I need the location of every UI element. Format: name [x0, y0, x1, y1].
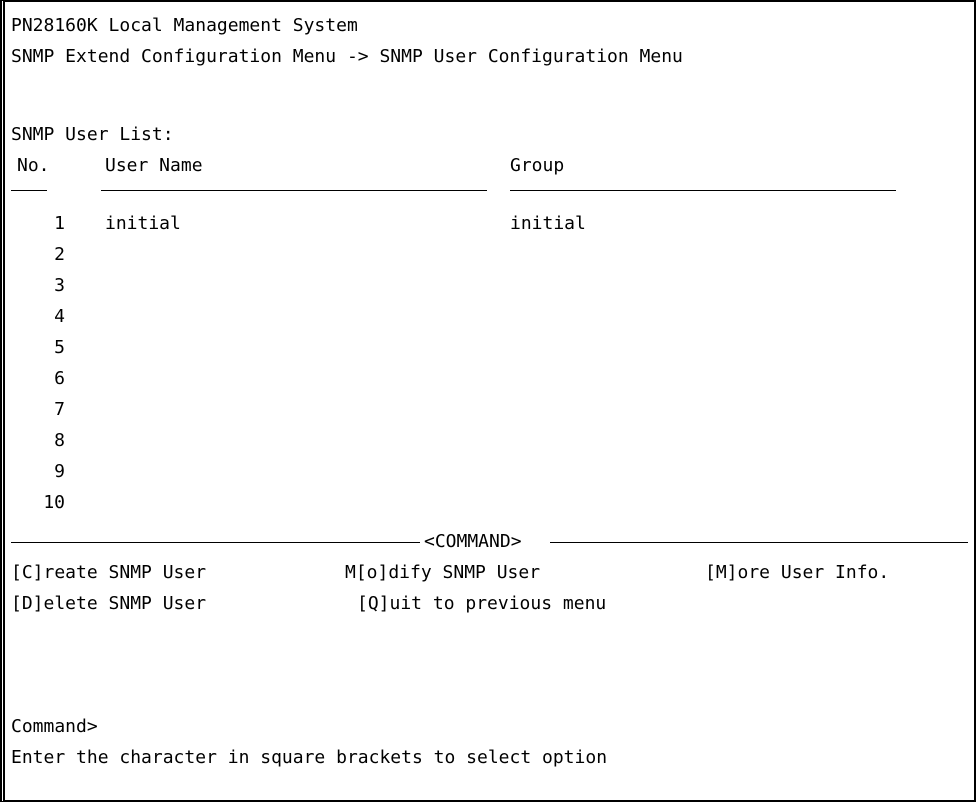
row-1-group: initial	[510, 213, 586, 234]
row-5-no: 5	[54, 337, 65, 358]
row-1-user-name: initial	[105, 213, 181, 234]
more-user-info-command[interactable]: [M]ore User Info.	[705, 557, 889, 588]
command-section-label: <COMMAND>	[424, 531, 522, 552]
column-underline-user-name	[101, 190, 487, 191]
system-title: PN28160K Local Management System	[11, 15, 358, 36]
modify-snmp-user-command[interactable]: M[o]dify SNMP User	[345, 557, 540, 588]
column-header-user-name: User Name	[105, 155, 203, 176]
create-snmp-user-command[interactable]: [C]reate SNMP User	[11, 557, 206, 588]
list-title: SNMP User List:	[11, 124, 174, 145]
row-9-no: 9	[54, 461, 65, 482]
command-prompt[interactable]: Command>	[11, 711, 98, 742]
row-8-no: 8	[54, 430, 65, 451]
row-7-no: 7	[54, 399, 65, 420]
row-2-no: 2	[54, 244, 65, 265]
row-6-no: 6	[54, 368, 65, 389]
column-header-group: Group	[510, 155, 565, 176]
quit-to-previous-menu-command[interactable]: [Q]uit to previous menu	[357, 588, 606, 619]
delete-snmp-user-command[interactable]: [D]elete SNMP User	[11, 588, 206, 619]
row-3-no: 3	[54, 275, 65, 296]
terminal-screen: PN28160K Local Management System SNMP Ex…	[0, 0, 976, 802]
row-1-no: 1	[54, 213, 65, 234]
breadcrumb: SNMP Extend Configuration Menu -> SNMP U…	[11, 46, 683, 67]
column-underline-no	[11, 190, 47, 191]
column-header-no: No.	[17, 155, 50, 176]
row-4-no: 4	[54, 306, 65, 327]
row-10-no: 10	[43, 492, 65, 513]
column-underline-group	[510, 190, 896, 191]
help-hint: Enter the character in square brackets t…	[11, 747, 608, 768]
command-separator-right	[550, 542, 968, 543]
command-separator-left	[11, 542, 420, 543]
